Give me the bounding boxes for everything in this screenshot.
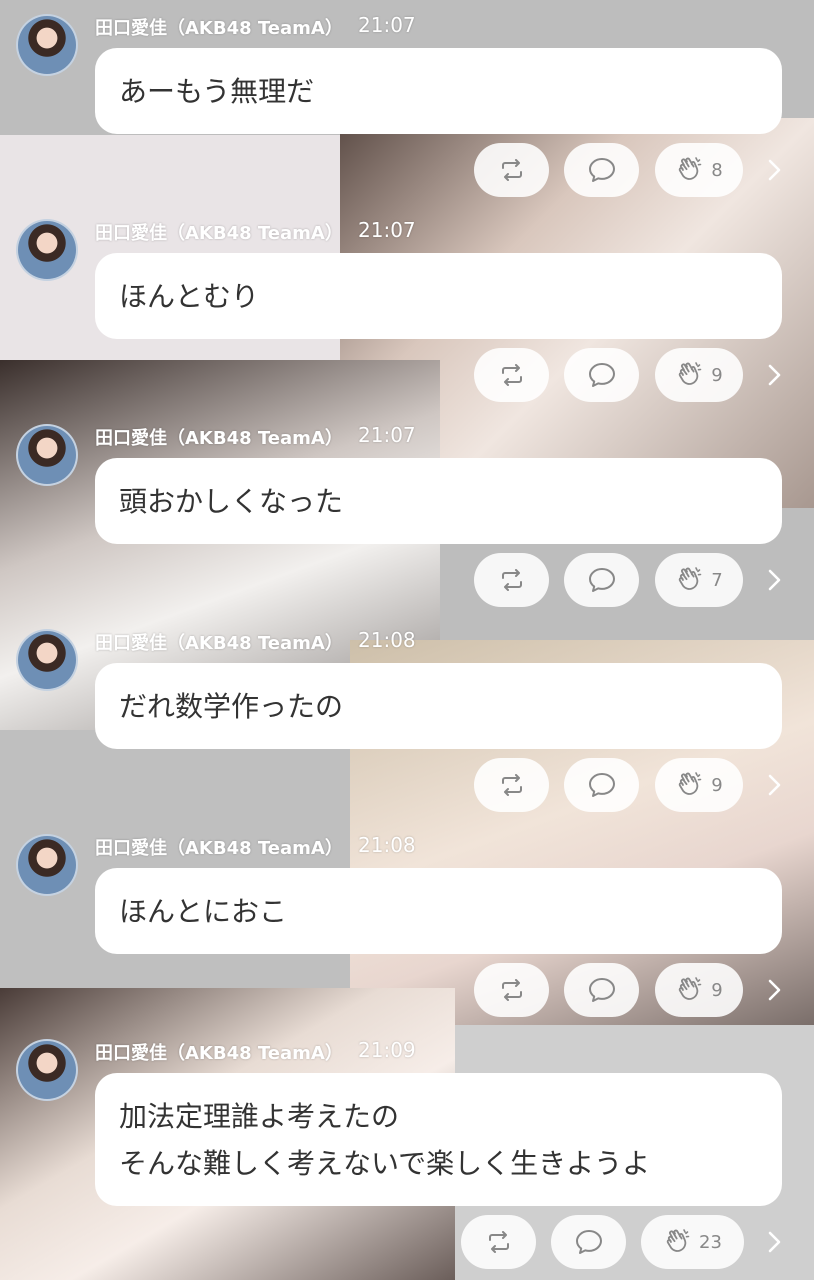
repost-button[interactable] <box>461 1215 536 1269</box>
message-actions: 7 <box>0 553 814 609</box>
timestamp: 21:08 <box>358 628 416 652</box>
clap-button[interactable]: 9 <box>655 963 743 1017</box>
comment-button[interactable] <box>551 1215 626 1269</box>
clap-icon <box>675 771 703 799</box>
avatar[interactable] <box>16 834 78 896</box>
message-item: 田口愛佳（AKB48 TeamA） 21:07 あーもう無理だ 8 <box>0 0 814 205</box>
repost-button[interactable] <box>474 553 549 607</box>
comment-button[interactable] <box>564 758 639 812</box>
message-bubble: 頭おかしくなった <box>95 458 782 544</box>
comment-icon <box>588 977 616 1003</box>
timestamp: 21:07 <box>358 423 416 447</box>
clap-count: 23 <box>699 1231 722 1253</box>
message-bubble: ほんとにおこ <box>95 868 782 954</box>
author-name: 田口愛佳（AKB48 TeamA） <box>95 18 343 39</box>
message-item: 田口愛佳（AKB48 TeamA） 21:08 だれ数学作ったの 9 <box>0 615 814 820</box>
comment-icon <box>588 362 616 388</box>
repost-icon <box>499 774 525 796</box>
repost-button[interactable] <box>474 348 549 402</box>
message-bubble: ほんとむり <box>95 253 782 339</box>
avatar[interactable] <box>16 424 78 486</box>
repost-icon <box>499 979 525 1001</box>
comment-button[interactable] <box>564 963 639 1017</box>
message-item: 田口愛佳（AKB48 TeamA） 21:07 ほんとむり 9 <box>0 205 814 410</box>
chevron-right-icon[interactable] <box>764 362 784 388</box>
message-bubble: だれ数学作ったの <box>95 663 782 749</box>
clap-button[interactable]: 9 <box>655 758 743 812</box>
author-name: 田口愛佳（AKB48 TeamA） <box>95 838 343 859</box>
message-item: 田口愛佳（AKB48 TeamA） 21:09 加法定理誰よ考えたの そんな難しく考… <box>0 1025 814 1269</box>
author-name: 田口愛佳（AKB48 TeamA） <box>95 223 343 244</box>
author-name: 田口愛佳（AKB48 TeamA） <box>95 1043 343 1064</box>
message-actions: 23 <box>0 1215 814 1271</box>
repost-button[interactable] <box>474 758 549 812</box>
repost-icon <box>486 1231 512 1253</box>
clap-icon <box>675 976 703 1004</box>
chevron-right-icon[interactable] <box>764 772 784 798</box>
chevron-right-icon[interactable] <box>764 1229 784 1255</box>
message-actions: 8 <box>0 143 814 199</box>
repost-icon <box>499 364 525 386</box>
clap-icon <box>675 361 703 389</box>
clap-icon <box>663 1228 691 1256</box>
message-bubble: あーもう無理だ <box>95 48 782 134</box>
timestamp: 21:07 <box>358 218 416 242</box>
avatar[interactable] <box>16 629 78 691</box>
clap-count: 9 <box>711 774 723 796</box>
repost-icon <box>499 159 525 181</box>
comment-icon <box>588 567 616 593</box>
timestamp: 21:07 <box>358 13 416 37</box>
comment-icon <box>588 157 616 183</box>
repost-button[interactable] <box>474 143 549 197</box>
chevron-right-icon[interactable] <box>764 567 784 593</box>
repost-icon <box>499 569 525 591</box>
message-actions: 9 <box>0 348 814 404</box>
message-actions: 9 <box>0 963 814 1019</box>
clap-count: 9 <box>711 364 723 386</box>
clap-count: 7 <box>711 569 723 591</box>
timestamp: 21:08 <box>358 833 416 857</box>
clap-button[interactable]: 8 <box>655 143 743 197</box>
comment-button[interactable] <box>564 143 639 197</box>
clap-count: 9 <box>711 979 723 1001</box>
repost-button[interactable] <box>474 963 549 1017</box>
timestamp: 21:09 <box>358 1038 416 1062</box>
clap-icon <box>675 566 703 594</box>
author-name: 田口愛佳（AKB48 TeamA） <box>95 633 343 654</box>
clap-count: 8 <box>711 159 723 181</box>
chevron-right-icon[interactable] <box>764 977 784 1003</box>
clap-icon <box>675 156 703 184</box>
comment-icon <box>575 1229 603 1255</box>
clap-button[interactable]: 23 <box>641 1215 744 1269</box>
comment-button[interactable] <box>564 553 639 607</box>
message-item: 田口愛佳（AKB48 TeamA） 21:08 ほんとにおこ 9 <box>0 820 814 1025</box>
clap-button[interactable]: 7 <box>655 553 743 607</box>
clap-button[interactable]: 9 <box>655 348 743 402</box>
message-item: 田口愛佳（AKB48 TeamA） 21:07 頭おかしくなった 7 <box>0 410 814 615</box>
avatar[interactable] <box>16 1039 78 1101</box>
avatar[interactable] <box>16 219 78 281</box>
comment-button[interactable] <box>564 348 639 402</box>
message-bubble: 加法定理誰よ考えたの そんな難しく考えないで楽しく生きようよ <box>95 1073 782 1206</box>
author-name: 田口愛佳（AKB48 TeamA） <box>95 428 343 449</box>
comment-icon <box>588 772 616 798</box>
message-actions: 9 <box>0 758 814 814</box>
avatar[interactable] <box>16 14 78 76</box>
chevron-right-icon[interactable] <box>764 157 784 183</box>
